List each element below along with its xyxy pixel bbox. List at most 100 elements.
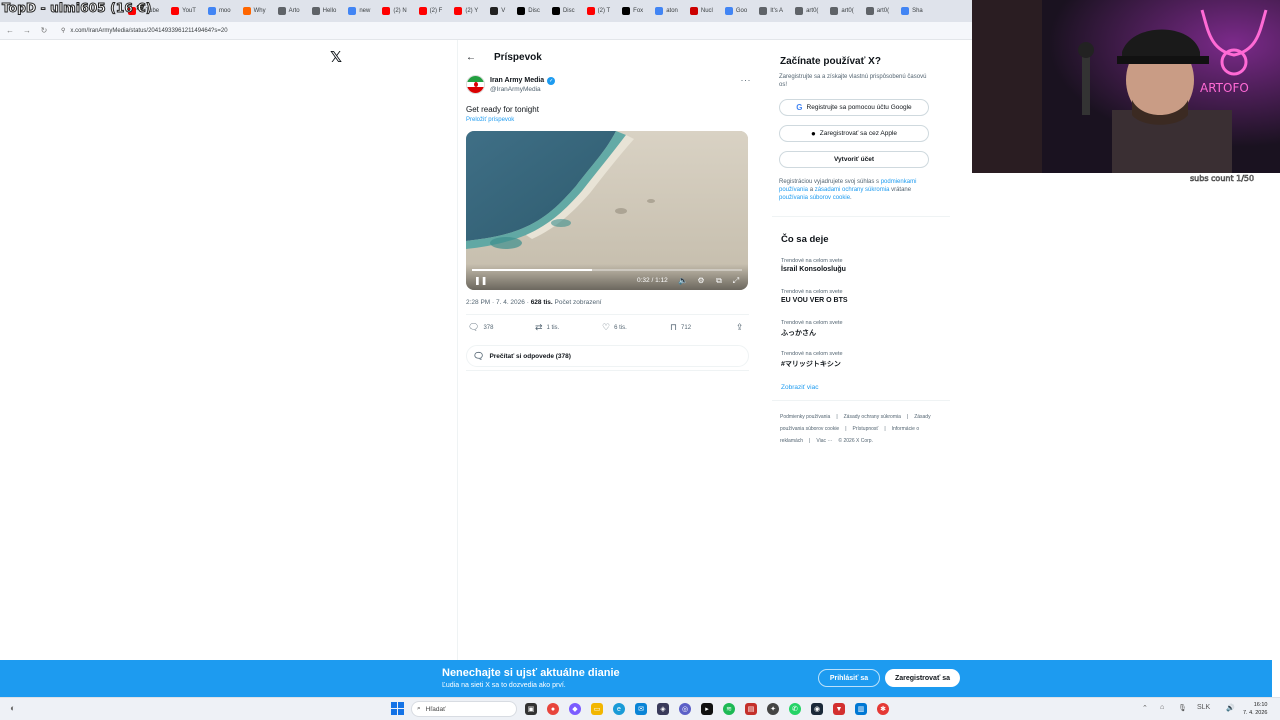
video-progress-bar[interactable]: [472, 269, 742, 271]
app-icon[interactable]: ◈: [657, 703, 669, 715]
pause-icon[interactable]: ❚❚: [474, 276, 487, 285]
browser-tab[interactable]: It's A: [753, 0, 789, 22]
tab-favicon-icon: [171, 7, 180, 15]
browser-tab[interactable]: Sha: [895, 0, 929, 22]
app-icon[interactable]: ▼: [833, 703, 845, 715]
browser-tab[interactable]: Nucl: [684, 0, 719, 22]
trend-item[interactable]: Trendové na celom svete EU VOU VER O BTS: [781, 289, 941, 304]
browser-tab[interactable]: Goo: [719, 0, 753, 22]
avatar[interactable]: [466, 75, 485, 94]
translate-link[interactable]: Preložiť príspevok: [466, 117, 514, 123]
bookmark-icon: ⊓: [670, 322, 678, 332]
app-icon[interactable]: ▥: [855, 703, 867, 715]
site-info-icon[interactable]: ⚲: [61, 27, 65, 34]
browser-tab[interactable]: (2) T: [581, 0, 617, 22]
browser-tab[interactable]: Arto: [272, 0, 306, 22]
privacy-link[interactable]: zásadami ochrany súkromia: [815, 187, 890, 193]
cookie-link[interactable]: používania súborov cookie: [779, 195, 850, 201]
tab-label: Disc: [528, 8, 540, 14]
app-icon[interactable]: ✦: [767, 703, 779, 715]
browser-tab[interactable]: aton: [649, 0, 684, 22]
terminal-icon[interactable]: ▸: [701, 703, 713, 715]
whatsapp-icon[interactable]: ✆: [789, 703, 801, 715]
footer-link[interactable]: Prístupnosť: [853, 426, 879, 432]
footer-link[interactable]: © 2026 X Corp.: [838, 438, 873, 444]
x-logo-icon[interactable]: 𝕏: [330, 50, 344, 65]
author-handle[interactable]: @IranArmyMedia: [490, 86, 555, 93]
url-field[interactable]: ⚲ x.com/IranArmyMedia/status/20414933961…: [61, 27, 228, 35]
footer-separator: |: [836, 414, 838, 420]
back-arrow-icon[interactable]: ←: [466, 52, 480, 63]
repost-icon: ⇄: [535, 322, 543, 332]
app-icon[interactable]: ◎: [679, 703, 691, 715]
tray-expand-icon[interactable]: ⌃: [1142, 704, 1148, 712]
spotify-icon[interactable]: ≋: [723, 703, 735, 715]
network-icon[interactable]: ⌂: [1160, 704, 1164, 711]
repost-button[interactable]: ⇄ 1 tis.: [535, 322, 559, 333]
trend-item[interactable]: Trendové na celom svete ふっかさん: [781, 320, 941, 338]
widgets-icon[interactable]: ◐: [10, 703, 15, 713]
footer-link[interactable]: Viac ···: [816, 438, 832, 444]
edge-icon[interactable]: e: [613, 703, 625, 715]
browser-tab[interactable]: Disc: [546, 0, 581, 22]
browser-icon[interactable]: ◆: [569, 703, 581, 715]
reply-button[interactable]: 🗨 378: [468, 322, 493, 333]
register-button[interactable]: Zaregistrovať sa: [885, 669, 960, 687]
picture-in-picture-icon[interactable]: ⧉: [714, 276, 724, 286]
settings-icon[interactable]: ⚙: [696, 276, 706, 285]
browser-tab[interactable]: Fox: [616, 0, 649, 22]
show-more-trends-link[interactable]: Zobraziť viac: [781, 384, 818, 391]
browser-tab[interactable]: (2) Y: [448, 0, 484, 22]
start-icon[interactable]: [391, 702, 404, 715]
language-indicator[interactable]: SLK: [1197, 704, 1210, 711]
fullscreen-icon[interactable]: ⤢: [731, 276, 741, 286]
tab-label: (2) Y: [465, 8, 479, 14]
trend-item[interactable]: Trendové na celom svete İsrail Konsolosl…: [781, 258, 941, 273]
task-view-icon[interactable]: ▣: [525, 703, 537, 715]
like-button[interactable]: ♡ 6 tis.: [602, 322, 627, 333]
repost-count: 1 tis.: [546, 324, 560, 331]
file-explorer-icon[interactable]: ▭: [591, 703, 603, 715]
google-signup-button[interactable]: G Registrujte sa pomocou účtu Google: [779, 99, 929, 116]
create-account-button[interactable]: Vytvoriť účet: [779, 151, 929, 168]
browser-tab[interactable]: Hello: [306, 0, 343, 22]
volume-icon[interactable]: 🔈: [678, 276, 688, 285]
browser-tab[interactable]: (2) F: [413, 0, 449, 22]
browser-tab[interactable]: V: [484, 0, 511, 22]
read-replies-button[interactable]: 🗨 Prečítať si odpovede (378): [466, 345, 749, 367]
forward-icon[interactable]: →: [20, 24, 34, 38]
browser-tab[interactable]: art0(: [789, 0, 824, 22]
taskbar-clock[interactable]: 16:10 7. 4. 2026: [1243, 701, 1267, 717]
app-icon[interactable]: ▤: [745, 703, 757, 715]
volume-tray-icon[interactable]: 🔊: [1226, 704, 1235, 712]
tab-favicon-icon: [418, 7, 427, 15]
bookmark-button[interactable]: ⊓ 712: [670, 322, 691, 333]
footer-link[interactable]: Zásady ochrany súkromia: [844, 414, 901, 420]
browser-tab[interactable]: moo: [202, 0, 237, 22]
browser-tab[interactable]: art0(: [824, 0, 859, 22]
browser-tab[interactable]: Disc: [511, 0, 546, 22]
reload-icon[interactable]: ↻: [37, 24, 51, 38]
post-timestamp[interactable]: 2:28 PM · 7. 4. 2026 ·: [466, 299, 531, 306]
chrome-icon[interactable]: ●: [547, 703, 559, 715]
author-name[interactable]: Iran Army Media: [490, 77, 544, 84]
apple-signup-button[interactable]: ● Zaregistrovať sa cez Apple: [779, 125, 929, 142]
mic-icon[interactable]: 🎙: [1178, 704, 1187, 712]
back-icon[interactable]: ←: [3, 24, 17, 38]
app-icon[interactable]: ✱: [877, 703, 889, 715]
video-player[interactable]: ❚❚ 0:32 / 1:12 🔈 ⚙ ⧉ ⤢: [466, 131, 748, 290]
more-options-icon[interactable]: ···: [741, 75, 752, 85]
share-button[interactable]: ⇪: [736, 322, 744, 333]
browser-tab[interactable]: new: [342, 0, 376, 22]
browser-tab[interactable]: Why: [237, 0, 272, 22]
trend-item[interactable]: Trendové na celom svete #マリッジトキシン: [781, 351, 941, 369]
browser-tab[interactable]: (2) N: [376, 0, 412, 22]
taskbar-search[interactable]: ⌕ Hľadať: [411, 701, 517, 717]
heart-icon: ♡: [602, 322, 611, 332]
outlook-icon[interactable]: ✉: [635, 703, 647, 715]
login-button[interactable]: Prihlásiť sa: [818, 669, 880, 687]
browser-tab[interactable]: YouT: [165, 0, 202, 22]
footer-link[interactable]: Podmienky používania: [780, 414, 830, 420]
browser-tab[interactable]: art0(: [860, 0, 895, 22]
steam-icon[interactable]: ◉: [811, 703, 823, 715]
